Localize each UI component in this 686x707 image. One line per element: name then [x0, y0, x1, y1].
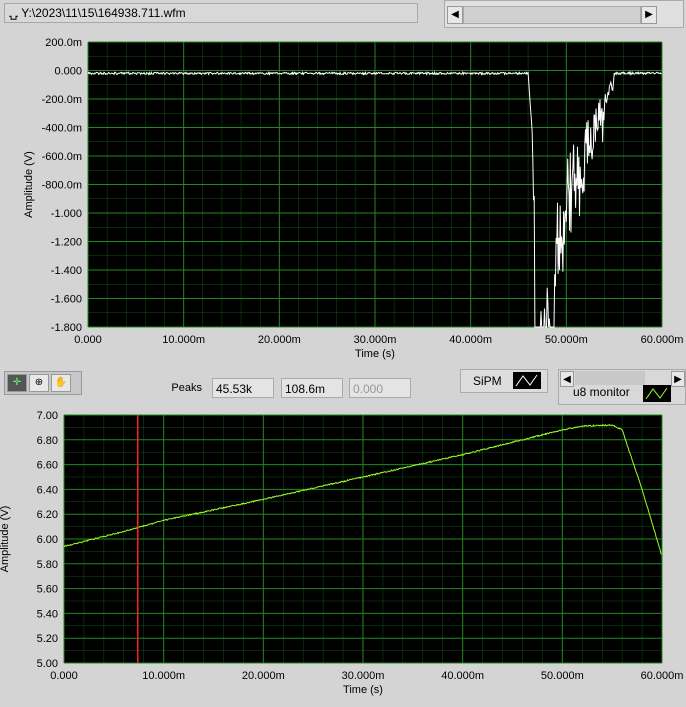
y-tick-label: -600.0m [42, 151, 82, 163]
y-tick-label: 5.80 [37, 559, 58, 571]
x-tick-label: 60.000m [641, 334, 684, 346]
legend-u8-label: u8 monitor [573, 385, 630, 399]
y-tick-label: 5.00 [37, 658, 58, 670]
y-tick-label: -1.800 [51, 322, 82, 334]
legend-u8-plot-icon [643, 385, 671, 402]
y-tick-label: 7.00 [37, 410, 58, 422]
peak-value-2: 108.6m [281, 378, 343, 398]
top-scrollbar[interactable]: ◀ ▶ [444, 0, 684, 28]
y-tick-label: -1.200 [51, 237, 82, 249]
y-tick-label: 5.40 [37, 608, 58, 620]
legend-scroll-left-icon[interactable]: ◀ [560, 371, 574, 387]
y-axis-label: Amplitude (V) [23, 151, 35, 218]
legend-sipm-plot-icon [513, 372, 541, 389]
path-icon: ⍽ [9, 6, 21, 20]
scroll-left-icon[interactable]: ◀ [447, 6, 463, 24]
y-tick-label: -400.0m [42, 123, 82, 135]
x-axis-label: Time (s) [355, 348, 395, 360]
x-tick-label: 40.000m [449, 334, 492, 346]
legend-u8-monitor[interactable]: ◀ ▶ u8 monitor [558, 369, 686, 405]
y-tick-label: -800.0m [42, 180, 82, 192]
file-path-indicator[interactable]: ⍽ Y:\2023\11\15\164938.711.wfm [4, 3, 418, 23]
x-tick-label: 30.000m [342, 670, 385, 682]
y-tick-label: -1.000 [51, 208, 82, 220]
legend-sipm-label: SiPM [473, 374, 502, 388]
x-tick-label: 30.000m [354, 334, 397, 346]
x-tick-label: 20.000m [242, 670, 285, 682]
y-tick-label: 5.20 [37, 633, 58, 645]
graph-palette: ✛ ⊕ ✋ [4, 371, 82, 395]
peak-value-3: 0.000 [349, 378, 411, 398]
y-tick-label: 6.20 [37, 509, 58, 521]
x-tick-label: 40.000m [441, 670, 484, 682]
y-tick-label: 6.00 [37, 534, 58, 546]
x-tick-label: 0.000 [50, 670, 78, 682]
x-tick-label: 50.000m [541, 670, 584, 682]
peak-value-1: 45.53k [212, 378, 274, 398]
scroll-thumb[interactable] [463, 6, 641, 24]
x-axis-label: Time (s) [343, 684, 383, 696]
legend-sipm[interactable]: SiPM [460, 369, 548, 393]
y-axis-label: Amplitude (V) [0, 506, 11, 573]
x-tick-label: 10.000m [162, 334, 205, 346]
x-tick-label: 20.000m [258, 334, 301, 346]
y-tick-label: 5.60 [37, 584, 58, 596]
y-tick-label: 6.60 [37, 460, 58, 472]
cursor-tool-icon[interactable]: ✛ [7, 374, 27, 392]
legend-scroll-right-icon[interactable]: ▶ [671, 371, 685, 387]
y-tick-label: 200.0m [45, 37, 82, 49]
y-tick-label: 0.000 [54, 66, 82, 78]
x-tick-label: 50.000m [545, 334, 588, 346]
y-tick-label: -1.600 [51, 294, 82, 306]
pan-hand-icon[interactable]: ✋ [51, 374, 71, 392]
legend-scroll-thumb[interactable] [575, 371, 645, 385]
zoom-tool-icon[interactable]: ⊕ [29, 374, 49, 392]
peaks-label: Peaks [160, 382, 202, 394]
sipm-graph[interactable]: 0.000 10.000m 20.000m 30.000m 40.000m 50.000m… [0, 34, 686, 366]
x-tick-label: 60.000m [641, 670, 684, 682]
y-tick-label: -1.400 [51, 265, 82, 277]
y-tick-label: 6.80 [37, 435, 58, 447]
x-tick-label: 10.000m [142, 670, 185, 682]
x-tick-label: 0.000 [74, 334, 102, 346]
y-tick-label: 6.40 [37, 484, 58, 496]
y-tick-label: -200.0m [42, 94, 82, 106]
scroll-right-icon[interactable]: ▶ [641, 6, 657, 24]
u8-monitor-graph[interactable]: 0.000 10.000m 20.000m 30.000m 40.000m 50.000m… [0, 404, 686, 707]
